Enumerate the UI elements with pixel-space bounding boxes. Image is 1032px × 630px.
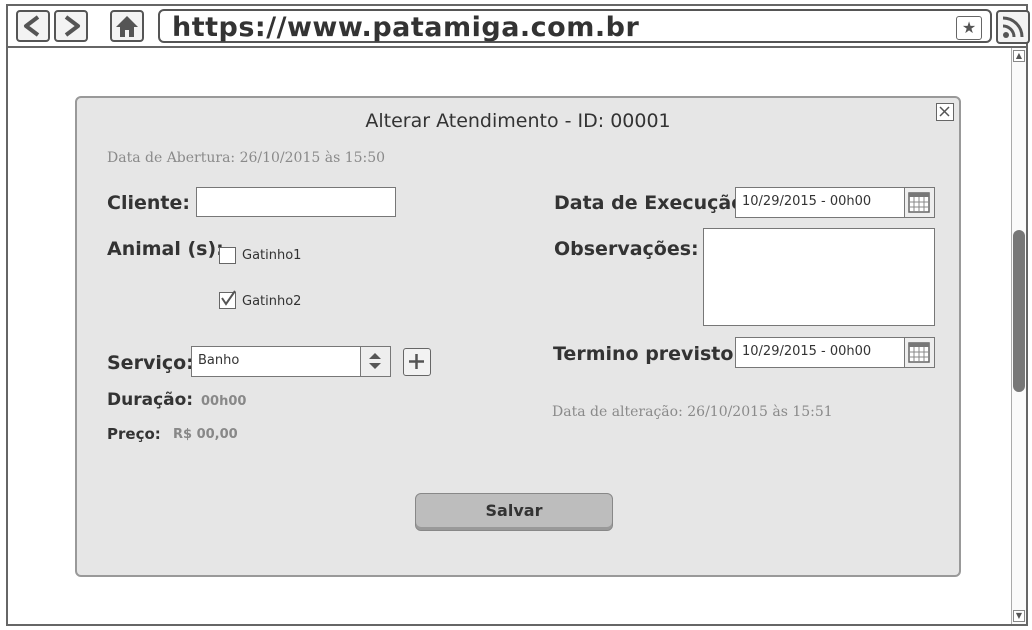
edit-appointment-dialog: Alterar Atendimento - ID: 00001 Data de …	[75, 96, 961, 577]
chevron-left-icon	[24, 15, 40, 37]
browser-toolbar: https://www.patamiga.com.br ★	[8, 6, 1030, 48]
home-icon	[116, 16, 138, 37]
add-service-button[interactable]	[403, 348, 431, 376]
close-button[interactable]	[936, 103, 954, 121]
save-button[interactable]: Salvar	[415, 493, 613, 531]
scroll-thumb[interactable]	[1013, 230, 1025, 392]
end-date-input[interactable]: 10/29/2015 - 00h00	[735, 337, 935, 368]
checkmark-icon	[221, 290, 236, 306]
end-date-value: 10/29/2015 - 00h00	[742, 344, 872, 359]
duration-label: Duração:	[107, 390, 194, 410]
home-button[interactable]	[110, 10, 144, 42]
url-text: https://www.patamiga.com.br	[172, 12, 640, 43]
calendar-icon	[908, 192, 930, 213]
chevron-right-icon	[64, 15, 80, 37]
duration-value: 00h00	[201, 394, 247, 409]
end-calendar-button[interactable]	[904, 338, 934, 367]
rss-icon	[1002, 16, 1024, 38]
scroll-up-arrow-icon[interactable]: ▲	[1013, 50, 1025, 62]
bookmark-button[interactable]: ★	[956, 16, 982, 40]
scroll-down-arrow-icon[interactable]: ▼	[1013, 610, 1025, 622]
service-label: Serviço:	[107, 352, 194, 374]
back-button[interactable]	[16, 10, 50, 42]
execution-date-value: 10/29/2015 - 00h00	[742, 194, 872, 209]
star-icon: ★	[961, 18, 977, 37]
spinner-arrows-icon	[369, 353, 381, 369]
execution-date-input[interactable]: 10/29/2015 - 00h00	[735, 187, 935, 218]
feed-button[interactable]	[996, 10, 1030, 44]
execution-date-label: Data de Execução:	[554, 192, 752, 214]
animal-checkbox-gatinho1[interactable]	[219, 247, 236, 264]
service-select[interactable]: Banho	[191, 346, 391, 377]
dialog-title: Alterar Atendimento - ID: 00001	[365, 110, 671, 132]
execution-calendar-button[interactable]	[904, 188, 934, 217]
plus-icon	[409, 354, 424, 369]
service-value: Banho	[198, 353, 240, 368]
price-value: R$ 00,00	[173, 427, 238, 442]
address-bar[interactable]: https://www.patamiga.com.br ★	[158, 9, 992, 43]
calendar-icon	[908, 342, 930, 363]
close-icon	[939, 106, 950, 117]
animal-label-gatinho1: Gatinho1	[242, 248, 302, 263]
client-input[interactable]	[196, 187, 396, 217]
opened-date-text: Data de Abertura: 26/10/2015 às 15:50	[107, 150, 386, 166]
service-spinner[interactable]	[360, 347, 390, 376]
notes-textarea[interactable]	[703, 228, 935, 326]
forward-button[interactable]	[54, 10, 88, 42]
animal-label-gatinho2: Gatinho2	[242, 294, 302, 309]
animals-label: Animal (s):	[107, 238, 224, 260]
notes-label: Observações:	[554, 238, 699, 260]
animal-checkbox-gatinho2[interactable]	[219, 290, 236, 309]
end-date-label: Termino previsto:	[553, 343, 741, 365]
client-label: Cliente:	[107, 192, 190, 214]
changed-date-text: Data de alteração: 26/10/2015 às 15:51	[552, 404, 833, 420]
price-label: Preço:	[107, 425, 161, 443]
